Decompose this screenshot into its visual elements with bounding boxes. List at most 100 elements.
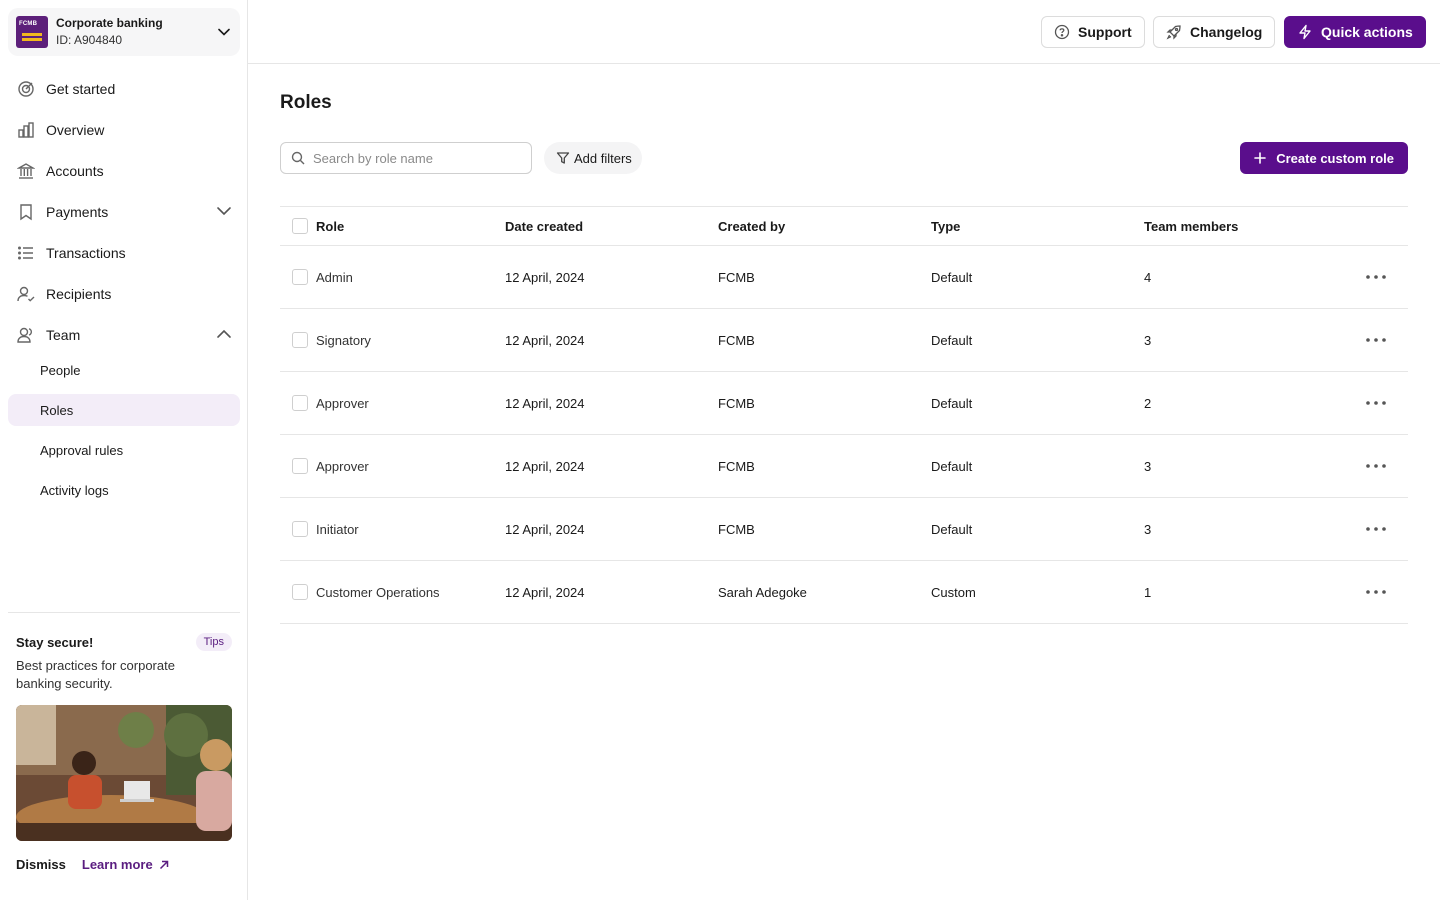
bookmark-icon bbox=[16, 202, 36, 222]
nav-label: Payments bbox=[46, 203, 109, 220]
roles-table: Role Date created Created by Type Team m… bbox=[280, 206, 1408, 624]
team-subnav: People Roles Approval rules Activity log… bbox=[8, 354, 240, 506]
create-custom-role-label: Create custom role bbox=[1276, 150, 1394, 166]
nav-item-overview[interactable]: Overview bbox=[8, 109, 240, 150]
column-header-date-created[interactable]: Date created bbox=[505, 219, 718, 234]
cell-role: Customer Operations bbox=[316, 584, 440, 600]
table-row[interactable]: Admin 12 April, 2024 FCMB Default 4 bbox=[280, 246, 1408, 309]
quick-actions-label: Quick actions bbox=[1321, 24, 1413, 40]
cell-role: Approver bbox=[316, 458, 369, 474]
more-options-icon[interactable] bbox=[1366, 393, 1386, 413]
logo-text: FCMB bbox=[19, 21, 38, 27]
org-name: Corporate banking bbox=[56, 16, 163, 30]
column-header-role[interactable]: Role bbox=[316, 219, 505, 234]
cell-date-created: 12 April, 2024 bbox=[505, 332, 585, 348]
nav-label: Team bbox=[46, 326, 81, 343]
nav-label: Overview bbox=[46, 121, 105, 138]
table-row[interactable]: Initiator 12 April, 2024 FCMB Default 3 bbox=[280, 498, 1408, 561]
chevron-up-icon bbox=[216, 326, 232, 342]
sidebar-item-people[interactable]: People bbox=[8, 354, 240, 386]
cell-created-by: FCMB bbox=[718, 458, 755, 474]
bar-chart-icon bbox=[16, 120, 36, 140]
table-row[interactable]: Approver 12 April, 2024 FCMB Default 3 bbox=[280, 435, 1408, 498]
dismiss-button[interactable]: Dismiss bbox=[16, 857, 66, 872]
more-options-icon[interactable] bbox=[1366, 582, 1386, 602]
more-options-icon[interactable] bbox=[1366, 267, 1386, 287]
rocket-icon bbox=[1166, 25, 1181, 40]
support-button[interactable]: Support bbox=[1041, 16, 1145, 48]
support-label: Support bbox=[1078, 24, 1132, 40]
cell-created-by: FCMB bbox=[718, 269, 755, 285]
sidebar-nav: Get started Overview Accounts Payments T… bbox=[8, 68, 240, 514]
sidebar-item-roles[interactable]: Roles bbox=[8, 394, 240, 426]
cell-type: Default bbox=[931, 332, 973, 348]
table-row[interactable]: Signatory 12 April, 2024 FCMB Default 3 bbox=[280, 309, 1408, 372]
column-header-created-by[interactable]: Created by bbox=[718, 219, 931, 234]
cell-type: Default bbox=[931, 395, 973, 411]
fcmb-logo: FCMB bbox=[16, 16, 48, 48]
cell-created-by: FCMB bbox=[718, 521, 755, 537]
nav-item-get-started[interactable]: Get started bbox=[8, 68, 240, 109]
topbar: Support Changelog Quick actions bbox=[248, 0, 1440, 64]
nav-item-accounts[interactable]: Accounts bbox=[8, 150, 240, 191]
cell-team-members: 2 bbox=[1144, 395, 1152, 411]
cell-type: Default bbox=[931, 458, 973, 474]
cell-date-created: 12 April, 2024 bbox=[505, 584, 585, 600]
more-options-icon[interactable] bbox=[1366, 519, 1386, 539]
nav-label: Get started bbox=[46, 80, 116, 97]
row-checkbox[interactable] bbox=[292, 395, 308, 411]
nav-item-payments[interactable]: Payments bbox=[8, 191, 240, 232]
nav-item-team[interactable]: Team bbox=[8, 314, 240, 355]
row-checkbox[interactable] bbox=[292, 458, 308, 474]
cell-date-created: 12 April, 2024 bbox=[505, 269, 585, 285]
nav-label: Accounts bbox=[46, 162, 104, 179]
chevron-down-icon bbox=[216, 24, 232, 40]
more-options-icon[interactable] bbox=[1366, 330, 1386, 350]
search-input[interactable] bbox=[313, 150, 513, 166]
cell-date-created: 12 April, 2024 bbox=[505, 458, 585, 474]
chevron-down-icon bbox=[216, 203, 232, 219]
create-custom-role-button[interactable]: Create custom role bbox=[1240, 142, 1408, 174]
row-checkbox[interactable] bbox=[292, 332, 308, 348]
more-options-icon[interactable] bbox=[1366, 456, 1386, 476]
sidebar-item-activity-logs[interactable]: Activity logs bbox=[8, 474, 240, 506]
learn-more-link[interactable]: Learn more bbox=[82, 857, 169, 872]
learn-more-label: Learn more bbox=[81, 857, 153, 872]
cell-team-members: 4 bbox=[1144, 269, 1152, 285]
tips-title: Stay secure! bbox=[16, 634, 94, 650]
users-icon bbox=[16, 325, 36, 345]
row-checkbox[interactable] bbox=[292, 521, 308, 537]
add-filters-button[interactable]: Add filters bbox=[544, 142, 642, 174]
nav-item-transactions[interactable]: Transactions bbox=[8, 232, 240, 273]
row-checkbox[interactable] bbox=[292, 269, 308, 285]
nav-item-recipients[interactable]: Recipients bbox=[8, 273, 240, 314]
list-icon bbox=[16, 243, 36, 263]
search-box[interactable] bbox=[280, 142, 532, 174]
cell-role: Signatory bbox=[316, 332, 371, 348]
column-header-type[interactable]: Type bbox=[931, 219, 1144, 234]
cell-created-by: Sarah Adegoke bbox=[718, 584, 807, 600]
cell-type: Default bbox=[931, 521, 973, 537]
cell-role: Approver bbox=[316, 395, 369, 411]
security-tips-card: Stay secure! Tips Best practices for cor… bbox=[8, 612, 240, 872]
sidebar-item-approval-rules[interactable]: Approval rules bbox=[8, 434, 240, 466]
nav-label: Recipients bbox=[46, 285, 112, 302]
org-id: ID: A904840 bbox=[56, 33, 123, 47]
cell-role: Admin bbox=[316, 269, 353, 285]
target-icon bbox=[16, 79, 36, 99]
plus-icon bbox=[1254, 152, 1267, 164]
column-header-team-members[interactable]: Team members bbox=[1144, 219, 1344, 234]
table-header: Role Date created Created by Type Team m… bbox=[280, 206, 1408, 246]
select-all-checkbox[interactable] bbox=[292, 218, 308, 234]
org-switcher[interactable]: FCMB Corporate banking ID: A904840 bbox=[8, 8, 240, 56]
row-checkbox[interactable] bbox=[292, 584, 308, 600]
table-row[interactable]: Customer Operations 12 April, 2024 Sarah… bbox=[280, 561, 1408, 624]
sidebar: FCMB Corporate banking ID: A904840 Get s… bbox=[0, 0, 248, 900]
quick-actions-button[interactable]: Quick actions bbox=[1284, 16, 1426, 48]
changelog-button[interactable]: Changelog bbox=[1153, 16, 1276, 48]
cell-type: Custom bbox=[931, 584, 976, 600]
cell-team-members: 1 bbox=[1144, 584, 1152, 600]
nav-label: Transactions bbox=[46, 244, 126, 261]
table-row[interactable]: Approver 12 April, 2024 FCMB Default 2 bbox=[280, 372, 1408, 435]
search-icon bbox=[291, 151, 305, 165]
